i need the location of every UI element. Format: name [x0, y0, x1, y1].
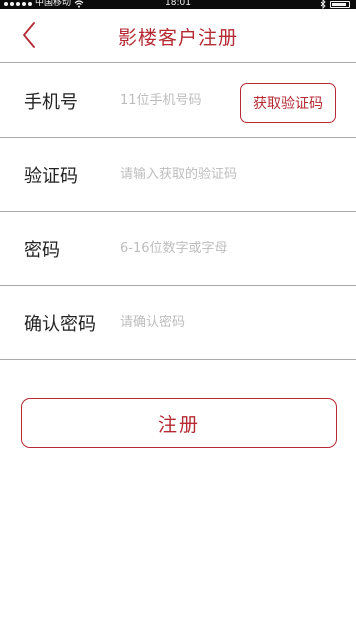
- password-input[interactable]: [120, 241, 330, 256]
- status-time: 18:01: [165, 0, 191, 8]
- status-bar: 中国移动 18:01: [0, 0, 356, 9]
- phone-label: 手机号: [24, 91, 78, 113]
- register-button[interactable]: 注册: [21, 398, 337, 448]
- code-row: 验证码: [0, 138, 356, 212]
- navigation-bar: 影楼客户注册: [0, 9, 356, 63]
- bluetooth-icon: [320, 0, 326, 9]
- phone-row: 手机号 获取验证码: [0, 64, 356, 138]
- password-row: 密码: [0, 212, 356, 286]
- status-right: [320, 0, 350, 9]
- password-label: 密码: [24, 239, 60, 261]
- code-input[interactable]: [120, 167, 330, 182]
- confirm-password-row: 确认密码: [0, 286, 356, 360]
- confirm-password-label: 确认密码: [24, 313, 96, 335]
- confirm-password-input[interactable]: [120, 315, 330, 330]
- code-label: 验证码: [24, 165, 78, 187]
- register-screen: 中国移动 18:01 影楼客户注册 手机号 获取验证码: [0, 0, 356, 630]
- phone-input[interactable]: [120, 93, 238, 108]
- page-title: 影楼客户注册: [117, 27, 238, 49]
- battery-icon: [330, 1, 350, 8]
- get-code-button[interactable]: 获取验证码: [240, 83, 336, 123]
